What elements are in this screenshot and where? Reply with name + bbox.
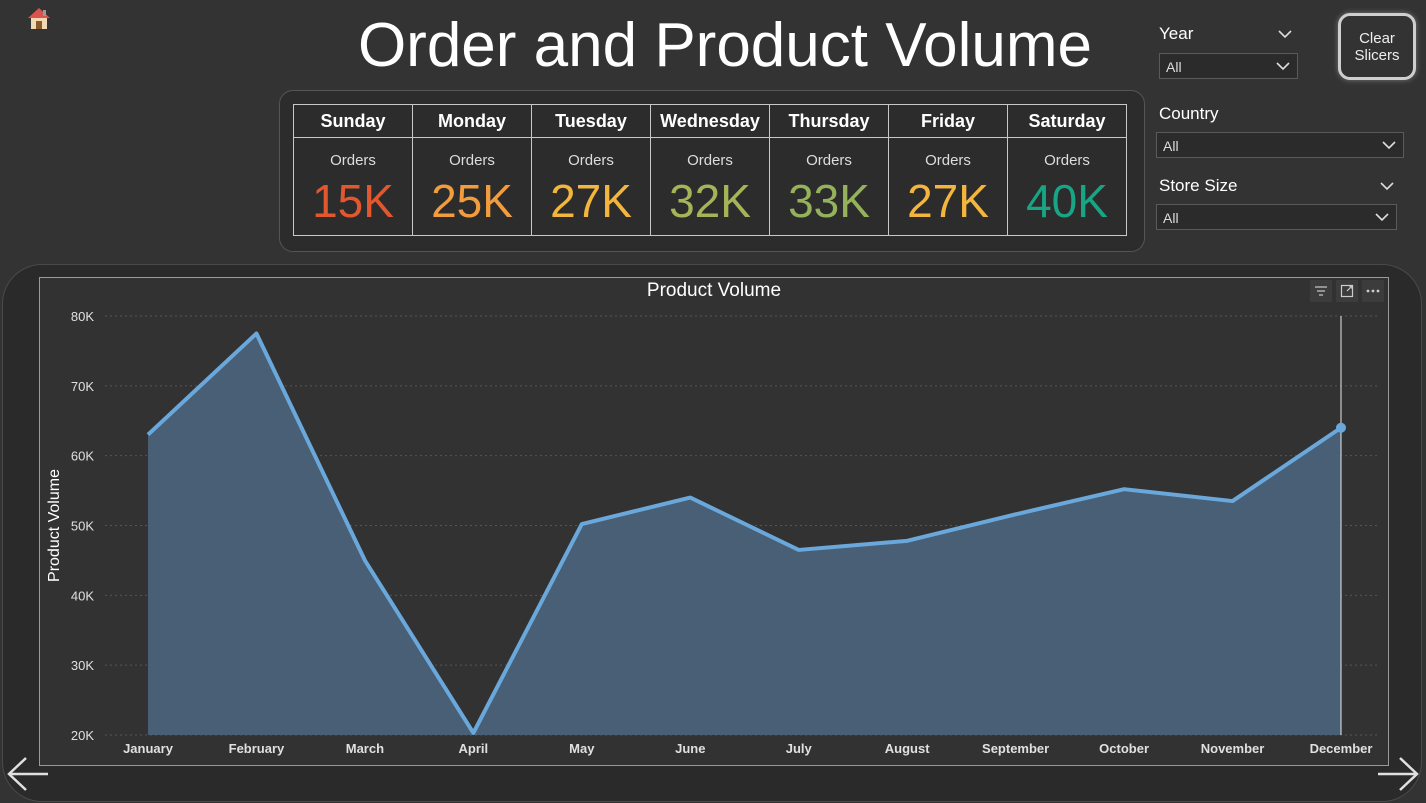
x-tick-label: August — [885, 741, 930, 756]
chevron-down-icon[interactable] — [1379, 178, 1395, 194]
data-point — [797, 548, 801, 552]
y-tick-label: 70K — [71, 379, 94, 394]
data-point — [688, 496, 692, 500]
y-tick-label: 20K — [71, 728, 94, 743]
orders-value: 25K — [431, 175, 513, 227]
page-title: Order and Product Volume — [357, 11, 1093, 80]
orders-label: Orders — [687, 152, 733, 169]
filter-icon[interactable] — [1310, 280, 1332, 302]
x-tick-label: June — [675, 741, 705, 756]
year-dropdown[interactable]: All — [1159, 53, 1298, 79]
arrow-right-icon[interactable] — [1376, 756, 1420, 792]
country-slicer: Country All — [1156, 104, 1407, 162]
data-point — [580, 522, 584, 526]
y-tick-label: 30K — [71, 658, 94, 673]
orders-label: Orders — [568, 152, 614, 169]
x-tick-label: December — [1310, 741, 1373, 756]
year-dropdown-value: All — [1166, 59, 1182, 75]
day-name: Saturday — [1007, 104, 1127, 138]
x-tick-label: November — [1201, 741, 1265, 756]
y-tick-label: 60K — [71, 449, 94, 464]
x-tick-label: January — [123, 741, 174, 756]
y-tick-label: 50K — [71, 519, 94, 534]
chart-canvas: Product Volume 20K 30K 40K 50K 60K 70K 80K Produ… — [46, 280, 1380, 756]
arrow-left-icon[interactable] — [6, 756, 50, 792]
store-size-dropdown[interactable]: All — [1156, 204, 1397, 230]
day-orders-card: Orders 27K — [888, 138, 1008, 236]
data-point — [1014, 512, 1018, 516]
area-fill — [148, 333, 1341, 735]
orders-label: Orders — [449, 152, 495, 169]
orders-label: Orders — [1044, 152, 1090, 169]
store-size-slicer: Store Size All — [1156, 176, 1399, 234]
data-point — [1336, 422, 1346, 433]
year-slicer: Year All — [1159, 24, 1299, 82]
day-orders-card: Orders 15K — [293, 138, 413, 236]
x-tick-label: September — [982, 741, 1049, 756]
clear-slicers-button[interactable]: Clear Slicers — [1338, 13, 1416, 80]
orders-value: 33K — [788, 175, 870, 227]
day-card-thursday: Thursday Orders 33K — [769, 104, 889, 236]
product-volume-chart: Product Volume 20K 30K 40K 50K 60K 70K 80K Produ… — [39, 277, 1389, 766]
chart-title: Product Volume — [647, 280, 781, 301]
day-card-tuesday: Tuesday Orders 27K — [531, 104, 651, 236]
day-orders-card: Orders 27K — [531, 138, 651, 236]
y-tick-label: 80K — [71, 309, 94, 324]
orders-value: 32K — [669, 175, 751, 227]
chevron-down-icon — [1375, 213, 1389, 222]
data-point — [363, 558, 367, 562]
day-card-friday: Friday Orders 27K — [888, 104, 1008, 236]
chevron-down-icon — [1276, 62, 1290, 71]
orders-value: 40K — [1026, 175, 1108, 227]
data-point — [471, 731, 475, 735]
day-orders-card: Orders 32K — [650, 138, 770, 236]
data-point — [1122, 487, 1126, 491]
country-dropdown[interactable]: All — [1156, 132, 1404, 158]
more-options-icon[interactable] — [1362, 280, 1384, 302]
data-point — [254, 331, 258, 335]
day-name: Sunday — [293, 104, 413, 138]
orders-label: Orders — [925, 152, 971, 169]
home-icon[interactable] — [26, 6, 52, 32]
x-tick-label: February — [229, 741, 285, 756]
orders-value: 27K — [550, 175, 632, 227]
country-dropdown-value: All — [1163, 138, 1179, 154]
chart-toolbar — [1310, 280, 1384, 302]
focus-mode-icon[interactable] — [1336, 280, 1358, 302]
x-tick-label: May — [569, 741, 595, 756]
orders-label: Orders — [330, 152, 376, 169]
day-card-sunday: Sunday Orders 15K — [293, 104, 413, 236]
x-tick-label: October — [1099, 741, 1149, 756]
y-axis-label: Product Volume — [46, 469, 63, 582]
orders-value: 15K — [312, 175, 394, 227]
x-tick-label: July — [786, 741, 813, 756]
store-size-slicer-label: Store Size — [1159, 176, 1238, 195]
chevron-down-icon — [1382, 141, 1396, 150]
day-card-wednesday: Wednesday Orders 32K — [650, 104, 770, 236]
day-name: Friday — [888, 104, 1008, 138]
data-point — [905, 539, 909, 543]
day-orders-card: Orders 40K — [1007, 138, 1127, 236]
day-name: Wednesday — [650, 104, 770, 138]
data-point — [146, 433, 150, 437]
day-name: Tuesday — [531, 104, 651, 138]
orders-label: Orders — [806, 152, 852, 169]
day-card-monday: Monday Orders 25K — [412, 104, 532, 236]
day-name: Thursday — [769, 104, 889, 138]
x-tick-label: March — [346, 741, 384, 756]
y-tick-label: 40K — [71, 588, 94, 603]
day-orders-card: Orders 33K — [769, 138, 889, 236]
store-size-dropdown-value: All — [1163, 210, 1179, 226]
data-point — [1231, 499, 1235, 503]
day-name: Monday — [412, 104, 532, 138]
x-tick-label: April — [459, 741, 489, 756]
day-card-saturday: Saturday Orders 40K — [1007, 104, 1127, 236]
orders-value: 27K — [907, 175, 989, 227]
country-slicer-label: Country — [1159, 104, 1219, 123]
chevron-down-icon[interactable] — [1277, 26, 1293, 42]
day-orders-card: Orders 25K — [412, 138, 532, 236]
